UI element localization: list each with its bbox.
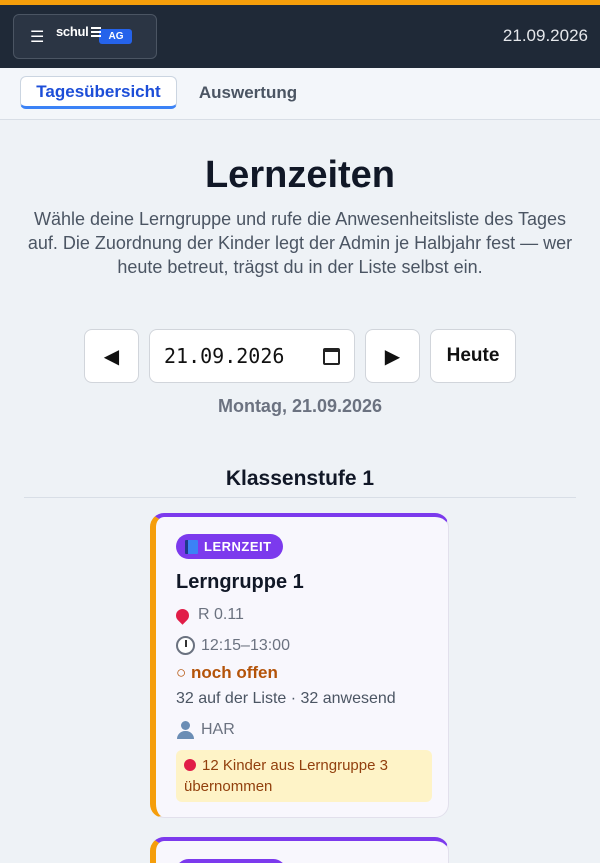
header-date: 21.09.2026 xyxy=(502,26,588,45)
logo-badge: AG xyxy=(99,29,133,44)
weekday-label: Montag, 21.09.2026 xyxy=(217,396,383,416)
arrow-right-icon: ▶ xyxy=(384,345,401,368)
tab-tagesuebersicht[interactable]: Tagesübersicht xyxy=(20,76,177,109)
pushpin-icon xyxy=(184,759,196,771)
top-bar: ☰ schul AG 21.09.2026 xyxy=(0,0,600,68)
calendar-icon[interactable] xyxy=(323,347,340,365)
tab-bar: Tagesübersicht Auswertung xyxy=(0,68,600,120)
book-icon xyxy=(185,539,198,554)
location-pin-icon xyxy=(173,605,192,625)
lerngruppe-card[interactable]: LERNZEIT Lerngruppe 1 R 0.11 12:15–13:00… xyxy=(150,513,449,818)
hamburger-icon: ☰ xyxy=(30,28,45,46)
teacher-row: HAR xyxy=(176,721,235,739)
person-icon xyxy=(176,721,194,739)
transfer-note-text: 12 Kinder aus Lerngruppe 3 übernommen xyxy=(184,757,388,795)
arrow-left-icon: ◀ xyxy=(103,345,120,368)
status-label: ○ noch offen xyxy=(176,663,278,682)
logo-bars-icon xyxy=(91,26,102,39)
clock-icon xyxy=(176,636,195,655)
app-logo: schul AG xyxy=(56,24,133,44)
page-title: Lernzeiten xyxy=(204,154,396,196)
transfer-note: 12 Kinder aus Lerngruppe 3 übernommen xyxy=(176,750,432,802)
date-input[interactable]: 21.09.2026 xyxy=(149,329,355,383)
type-badge-label: LERNZEIT xyxy=(204,539,272,554)
intro-text: Wähle deine Lerngruppe und rufe die Anwe… xyxy=(27,209,573,277)
menu-button[interactable]: ☰ schul AG xyxy=(13,14,157,59)
time-label: 12:15–13:00 xyxy=(201,636,290,654)
room-label: R 0.11 xyxy=(198,606,244,623)
next-day-button[interactable]: ▶ xyxy=(365,329,420,383)
room-row: R 0.11 xyxy=(173,605,244,625)
type-badge-partial xyxy=(176,859,286,863)
section-divider xyxy=(24,497,576,498)
today-button[interactable]: Heute xyxy=(430,329,516,383)
type-badge: LERNZEIT xyxy=(176,534,283,559)
time-row: 12:15–13:00 xyxy=(176,636,290,655)
lerngruppe-card-partial[interactable] xyxy=(150,837,449,863)
section-title: Klassenstufe 1 xyxy=(225,467,375,490)
card-title: Lerngruppe 1 xyxy=(176,571,304,593)
tab-auswertung[interactable]: Auswertung xyxy=(186,76,310,109)
date-input-value: 21.09.2026 xyxy=(164,344,285,368)
attendance-count: 32 auf der Liste · 32 anwesend xyxy=(176,690,396,707)
previous-day-button[interactable]: ◀ xyxy=(84,329,139,383)
teacher-label: HAR xyxy=(201,721,235,738)
